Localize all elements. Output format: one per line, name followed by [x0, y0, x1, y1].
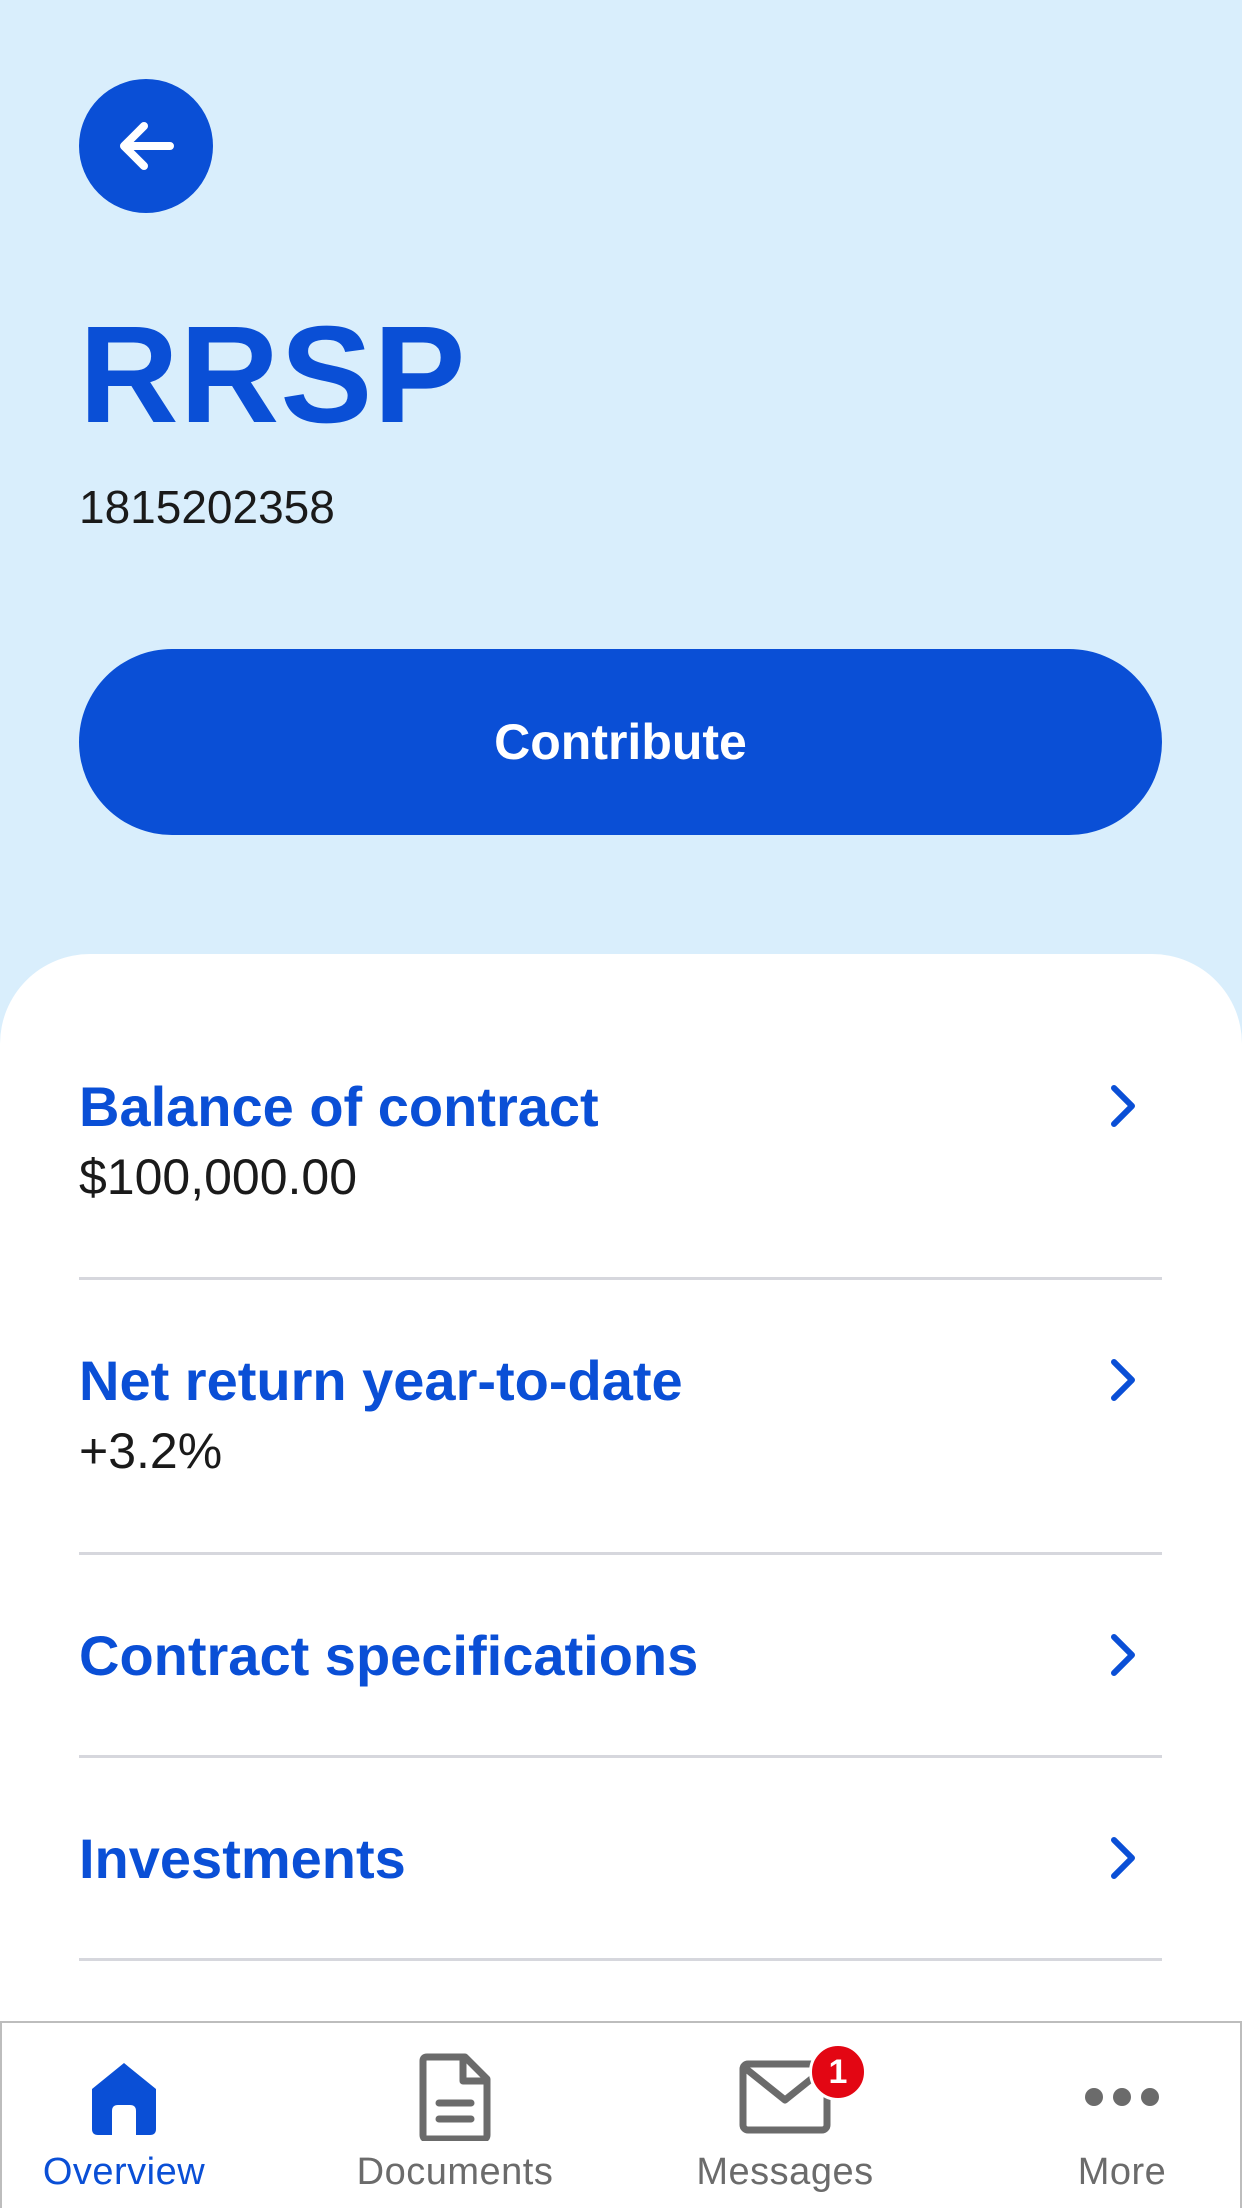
tab-icon-wrap: [86, 2051, 162, 2143]
tab-documents[interactable]: Documents: [330, 2023, 580, 2208]
chevron-right-icon: [1111, 1837, 1135, 1879]
document-icon: [419, 2053, 491, 2141]
contribute-button[interactable]: Contribute: [79, 649, 1162, 835]
row-title: Investments: [79, 1827, 406, 1890]
chevron-right-icon: [1111, 1085, 1135, 1127]
row-title: Balance of contract: [79, 1075, 599, 1138]
tab-more[interactable]: More: [1002, 2023, 1242, 2208]
row-title: Net return year-to-date: [79, 1349, 683, 1412]
more-icon: [1085, 2088, 1159, 2106]
home-icon: [92, 2063, 156, 2135]
row-value: +3.2%: [79, 1423, 223, 1479]
account-details-card: Balance of contract $100,000.00 Net retu…: [0, 954, 1242, 2054]
unread-badge: 1: [809, 2043, 867, 2101]
balance-of-contract-row[interactable]: Balance of contract $100,000.00: [79, 954, 1162, 1280]
tab-label: Messages: [696, 2151, 874, 2193]
tab-icon-wrap: [419, 2051, 491, 2143]
back-button[interactable]: [79, 79, 213, 213]
chevron-right-icon: [1111, 1634, 1135, 1676]
tab-label: More: [1077, 2151, 1167, 2193]
tab-icon-wrap: [1084, 2051, 1160, 2143]
row-value: $100,000.00: [79, 1149, 358, 1205]
tab-overview[interactable]: Overview: [2, 2023, 246, 2208]
page-title: RRSP: [79, 298, 467, 452]
arrow-left-icon: [120, 122, 174, 170]
row-title: Contract specifications: [79, 1624, 699, 1687]
tab-label: Overview: [42, 2151, 206, 2193]
contract-specifications-row[interactable]: Contract specifications: [79, 1555, 1162, 1758]
tab-label: Documents: [356, 2151, 554, 2193]
tab-messages[interactable]: 1 Messages: [660, 2023, 910, 2208]
account-number: 1815202358: [79, 481, 335, 533]
investments-row[interactable]: Investments: [79, 1758, 1162, 1961]
bottom-tab-bar: Overview Documents 1 Messages More: [0, 2021, 1242, 2208]
chevron-right-icon: [1111, 1359, 1135, 1401]
tab-icon-wrap: 1: [739, 2043, 867, 2143]
net-return-row[interactable]: Net return year-to-date +3.2%: [79, 1280, 1162, 1555]
header-section: RRSP 1815202358 Contribute: [0, 0, 1242, 1000]
